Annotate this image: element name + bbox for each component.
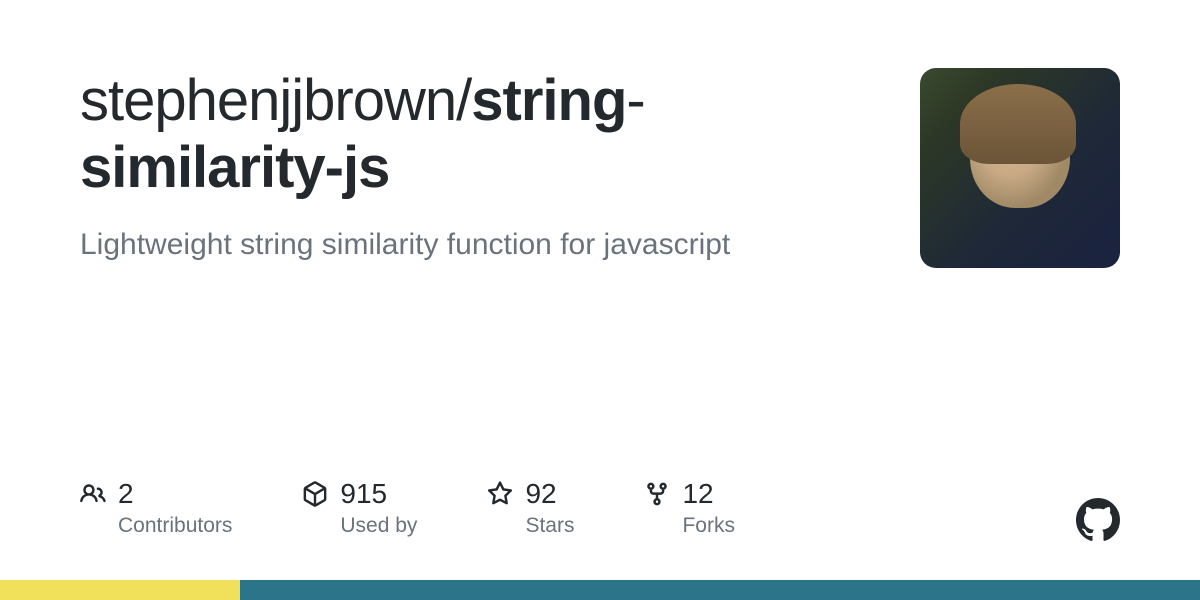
repo-title: stephenjjbrown/string- similarity-js xyxy=(80,68,880,201)
stat-label: Contributors xyxy=(118,514,232,538)
stat-label: Forks xyxy=(682,514,735,538)
stat-contributors: 2 Contributors xyxy=(80,478,232,538)
package-icon xyxy=(302,481,328,507)
github-logo-icon xyxy=(1076,498,1120,542)
stat-stars: 92 Stars xyxy=(487,478,574,538)
stat-used-by: 915 Used by xyxy=(302,478,417,538)
repo-separator: / xyxy=(456,68,471,133)
language-segment xyxy=(240,580,1200,600)
repo-owner: stephenjjbrown xyxy=(80,68,456,133)
stat-value: 915 xyxy=(340,478,387,510)
repo-name-part1: string xyxy=(471,68,626,133)
people-icon xyxy=(80,481,106,507)
repo-stats: 2 Contributors 915 Used by 92 Stars 12 F… xyxy=(80,478,735,538)
avatar xyxy=(920,68,1120,268)
language-segment xyxy=(0,580,240,600)
stat-label: Used by xyxy=(340,514,417,538)
stat-value: 2 xyxy=(118,478,134,510)
repo-description: Lightweight string similarity function f… xyxy=(80,225,880,264)
repo-name-part2: similarity-js xyxy=(80,135,389,200)
repo-header: stephenjjbrown/string- similarity-js Ligh… xyxy=(0,0,1200,268)
stat-label: Stars xyxy=(525,514,574,538)
star-icon xyxy=(487,481,513,507)
stat-forks: 12 Forks xyxy=(644,478,735,538)
language-bar xyxy=(0,580,1200,600)
repo-info: stephenjjbrown/string- similarity-js Ligh… xyxy=(80,68,880,264)
repo-name-dash: - xyxy=(626,68,644,133)
fork-icon xyxy=(644,481,670,507)
stat-value: 12 xyxy=(682,478,713,510)
stat-value: 92 xyxy=(525,478,556,510)
